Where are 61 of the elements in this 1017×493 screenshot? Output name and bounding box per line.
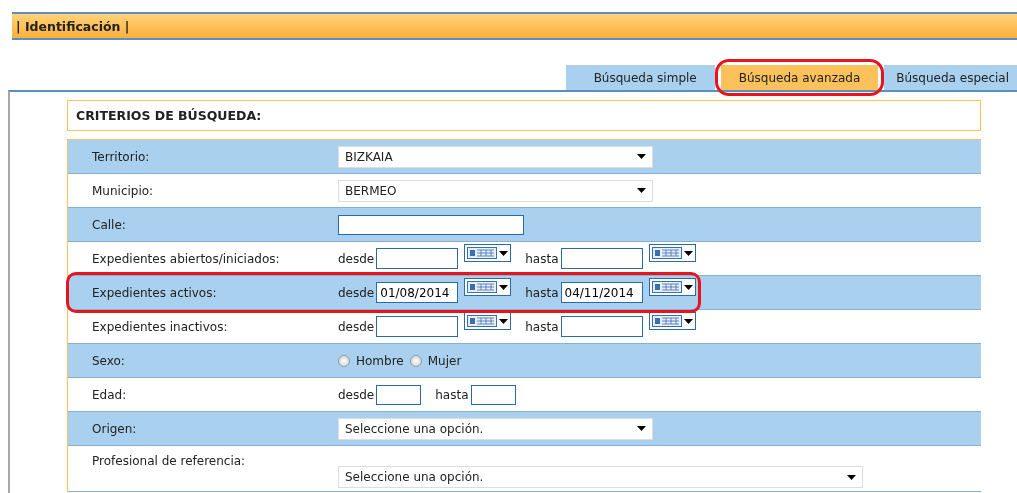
to-label: hasta xyxy=(435,387,469,402)
from-label: desde xyxy=(338,285,375,300)
caret-icon xyxy=(637,426,646,431)
radio-label: Hombre xyxy=(356,353,404,368)
date-field[interactable] xyxy=(560,248,643,269)
input-field[interactable] xyxy=(338,214,524,235)
caret-icon xyxy=(847,474,856,480)
from-label: desde xyxy=(338,251,375,266)
field-label: Profesional de referencia: xyxy=(91,454,247,468)
field-label: Expedientes abiertos/iniciados: xyxy=(91,251,281,266)
input-field[interactable] xyxy=(470,384,516,405)
field-label: Expedientes inactivos: xyxy=(91,319,229,334)
dropdown[interactable]: Seleccione una opción. xyxy=(338,417,653,440)
calendar-button[interactable] xyxy=(464,278,512,296)
from-label: desde xyxy=(338,319,375,334)
caret-icon xyxy=(499,318,509,324)
field-label: Origen: xyxy=(91,421,138,436)
from-label: desde xyxy=(338,387,375,402)
input-field[interactable] xyxy=(376,384,422,405)
field-label: Territorio: xyxy=(91,149,151,164)
caret-icon xyxy=(683,318,693,324)
dropdown[interactable]: BIZKAIA xyxy=(338,145,653,168)
caret-icon xyxy=(499,250,509,256)
calendar-icon xyxy=(651,247,682,259)
to-label: hasta xyxy=(525,285,559,300)
criteria-title: CRITERIOS DE BÚSQUEDA: xyxy=(76,108,262,123)
caret-icon xyxy=(499,284,509,290)
date-field[interactable] xyxy=(376,316,459,337)
calendar-icon xyxy=(651,281,682,293)
calendar-icon xyxy=(467,281,498,293)
caret-icon xyxy=(637,154,646,159)
field-label: Expedientes activos: xyxy=(91,285,218,300)
calendar-icon xyxy=(467,247,498,259)
radio-label: Mujer xyxy=(427,353,462,368)
date-field[interactable] xyxy=(376,248,459,269)
caret-icon xyxy=(637,188,646,193)
search-tab[interactable]: Búsqueda avanzada xyxy=(720,65,879,90)
calendar-icon xyxy=(467,315,498,327)
date-field[interactable]: 04/11/2014 xyxy=(560,282,643,303)
caret-icon xyxy=(683,284,693,290)
field-label: Edad: xyxy=(91,387,128,402)
caret-icon xyxy=(683,250,693,256)
calendar-button[interactable] xyxy=(648,244,696,262)
section-title: | Identificación | xyxy=(16,18,130,34)
search-tab[interactable]: Búsqueda simple xyxy=(565,65,715,90)
date-field[interactable]: 01/08/2014 xyxy=(376,282,459,303)
calendar-button[interactable] xyxy=(648,278,696,296)
to-label: hasta xyxy=(525,319,559,334)
field-label: Calle: xyxy=(91,217,127,232)
radio-button[interactable] xyxy=(338,354,350,367)
dropdown[interactable]: Seleccione una opción. xyxy=(338,466,863,488)
calendar-icon xyxy=(651,315,682,327)
dropdown[interactable]: BERMEO xyxy=(338,179,653,202)
calendar-button[interactable] xyxy=(648,312,696,330)
to-label: hasta xyxy=(525,251,559,266)
field-label: Sexo: xyxy=(91,353,126,368)
calendar-button[interactable] xyxy=(464,244,512,262)
date-field[interactable] xyxy=(560,316,643,337)
search-tab[interactable]: Búsqueda especial xyxy=(884,65,1017,90)
radio-button[interactable] xyxy=(409,354,422,367)
field-label: Municipio: xyxy=(91,183,155,198)
